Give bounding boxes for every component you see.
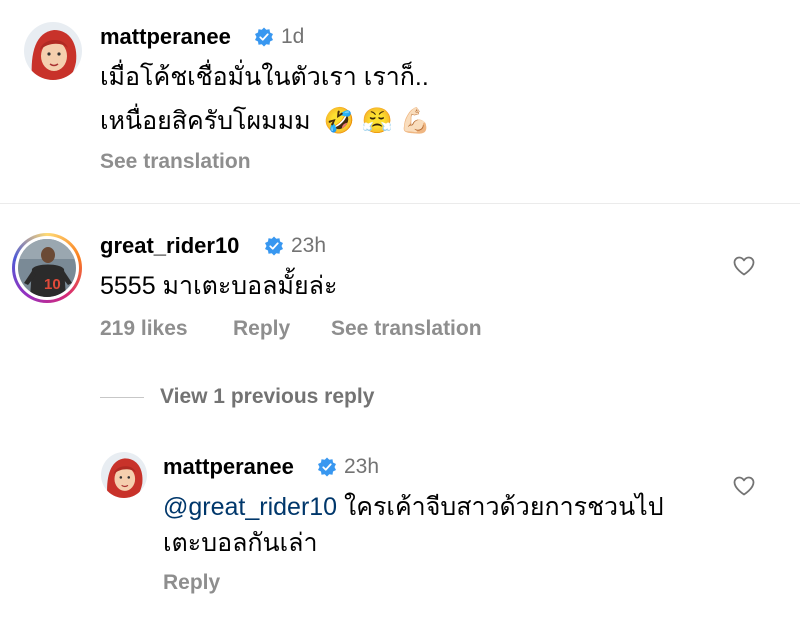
reply-time: 23h — [344, 455, 380, 478]
comment-time: 23h — [291, 234, 327, 257]
avatar[interactable] — [24, 22, 82, 80]
comment-text: 5555 มาเตะบอลมั้ยล่ะ — [100, 272, 338, 300]
triumph-emoji: 😤 — [361, 107, 393, 135]
avatar[interactable] — [101, 452, 147, 498]
verified-badge-icon — [255, 27, 273, 47]
flexed-biceps-emoji: 💪🏻 — [399, 107, 431, 135]
see-translation-link[interactable]: See translation — [331, 317, 482, 341]
see-translation-link[interactable]: See translation — [100, 150, 251, 174]
verified-badge-icon — [318, 457, 336, 477]
like-heart-icon[interactable] — [732, 254, 756, 278]
verified-badge-icon — [265, 236, 283, 256]
comment-text-line2: เหนื่อยสิครับโผมมม 🤣 😤 💪🏻 — [100, 100, 431, 142]
comment-time: 1d — [281, 25, 305, 48]
reply-text-content: ใครเค้าจีบสาวด้วยการชวนไป — [337, 493, 664, 521]
reply-username[interactable]: mattperanee — [163, 454, 294, 480]
comment-divider — [0, 203, 800, 204]
rofl-emoji: 🤣 — [323, 107, 355, 135]
avatar: 10 — [18, 239, 76, 297]
comment-text: เมื่อโค้ชเชื่อมั่นในตัวเรา เราก็.. — [100, 63, 429, 91]
like-heart-icon[interactable] — [732, 474, 756, 498]
comment-text-content: เหนื่อยสิครับโผมมม — [100, 107, 311, 135]
likes-count[interactable]: 219 likes — [100, 317, 188, 341]
avatar-story-ring[interactable]: 10 — [12, 233, 82, 303]
view-previous-replies-button[interactable]: View 1 previous reply — [160, 385, 374, 409]
reply-button[interactable]: Reply — [233, 317, 290, 341]
jersey-number: 10 — [44, 276, 61, 293]
comment-username[interactable]: great_rider10 — [100, 233, 239, 259]
comment-username[interactable]: mattperanee — [100, 24, 231, 50]
reply-button[interactable]: Reply — [163, 571, 220, 595]
mention-link[interactable]: @great_rider10 — [163, 493, 337, 521]
reply-text-line2: เตะบอลกันเล่า — [163, 529, 318, 557]
view-replies-line — [100, 397, 144, 398]
